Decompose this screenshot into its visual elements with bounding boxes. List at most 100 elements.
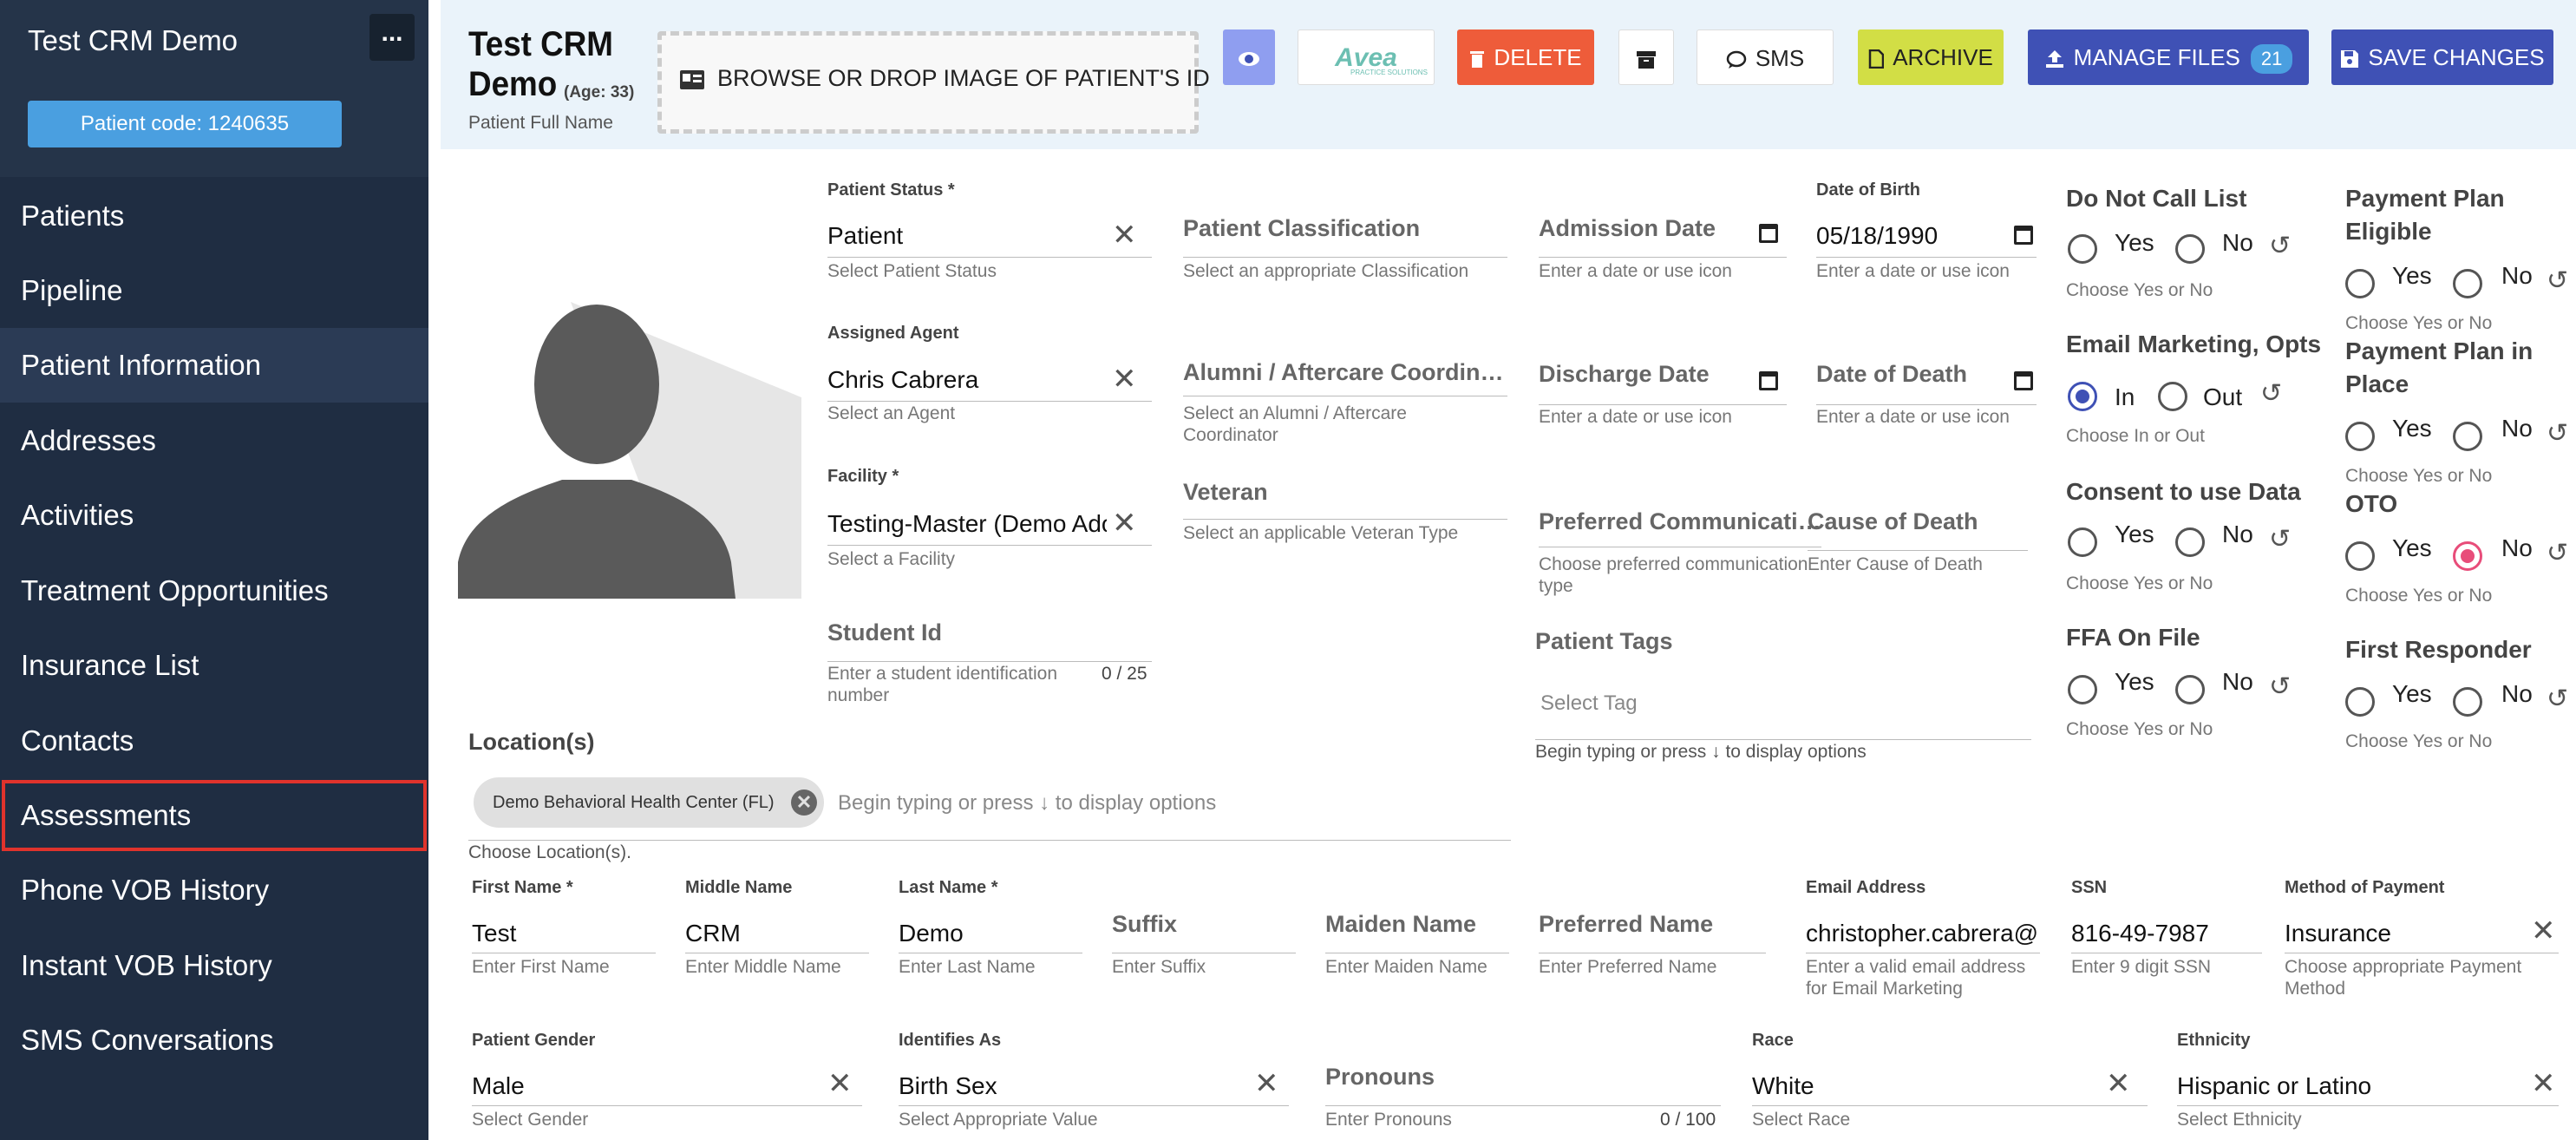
race-help: Select Race [1752,1110,1851,1130]
pronouns-input[interactable] [1325,1105,1721,1106]
save-changes-button[interactable]: SAVE CHANGES [2331,29,2553,85]
sidebar: Test CRM Demo ... Patient code: 1240635 … [0,0,428,1140]
email-in-radio[interactable] [2068,382,2097,411]
ppe-reset-icon[interactable]: ↺ [2547,265,2568,296]
payment-method-select[interactable]: Insurance [2285,920,2510,947]
clear-ethnicity-icon[interactable]: ✕ [2531,1069,2556,1098]
oto-yes-radio[interactable] [2345,541,2375,571]
admission-date-input[interactable] [1539,257,1787,258]
oto-no-radio[interactable] [2453,541,2482,571]
sidebar-item-phone-vob-history[interactable]: Phone VOB History [0,853,428,927]
calendar-icon[interactable] [1759,371,1778,390]
cause-of-death-help: Enter Cause of Death [1808,554,1983,574]
calendar-icon[interactable] [2014,371,2033,390]
locations-input[interactable]: Begin typing or press ↓ to display optio… [838,792,1216,814]
avea-logo-button[interactable]: Avea PRACTICE SOLUTIONS [1298,29,1435,85]
clear-race-icon[interactable]: ✕ [2106,1069,2131,1098]
dnc-no-label: No [2222,229,2253,256]
oto-reset-icon[interactable]: ↺ [2547,538,2568,568]
gender-select[interactable]: Male [472,1072,801,1100]
classification-select[interactable] [1183,257,1507,258]
email-input[interactable]: christopher.cabrera@k [1806,920,2040,947]
consent-yes-radio[interactable] [2068,527,2097,557]
veteran-select[interactable] [1183,519,1507,520]
sidebar-item-sms-conversations[interactable]: SMS Conversations [0,1003,428,1078]
clear-identifies-icon[interactable]: ✕ [1254,1069,1279,1098]
dod-label: Date of Death [1816,361,1968,387]
email-reset-icon[interactable]: ↺ [2260,378,2282,409]
clear-payment-icon[interactable]: ✕ [2531,916,2556,946]
ppe-yes-radio[interactable] [2345,269,2375,298]
consent-no-radio[interactable] [2175,527,2205,557]
ppp-yes-radio[interactable] [2345,422,2375,451]
view-button[interactable] [1223,29,1275,85]
cause-of-death-input[interactable] [1808,550,2028,551]
fr-help: Choose Yes or No [2345,731,2493,751]
remove-chip-icon[interactable]: ✕ [791,789,817,816]
calendar-icon[interactable] [2014,226,2033,245]
sidebar-item-contacts[interactable]: Contacts [0,704,428,778]
ppp-no-radio[interactable] [2453,422,2482,451]
dnc-reset-icon[interactable]: ↺ [2269,231,2291,261]
fr-reset-icon[interactable]: ↺ [2547,684,2568,714]
patient-tags-underline [1535,739,2031,740]
dob-input[interactable]: 05/18/1990 [1816,222,1938,250]
race-underline [1752,1105,2148,1106]
sidebar-item-treatment-opportunities[interactable]: Treatment Opportunities [0,554,428,628]
middle-name-input[interactable]: CRM [685,920,867,947]
sidebar-item-addresses[interactable]: Addresses [0,403,428,478]
dnc-no-radio[interactable] [2175,234,2205,264]
first-name-help: Enter First Name [472,957,610,977]
last-name-input[interactable]: Demo [899,920,1081,947]
files-count-badge: 21 [2250,44,2293,75]
patient-status-select[interactable]: Patient [827,222,1105,250]
veteran-help: Select an applicable Veteran Type [1183,523,1459,543]
last-name-label: Last Name * [899,878,998,897]
ethnicity-help: Select Ethnicity [2177,1110,2302,1130]
identifies-as-select[interactable]: Birth Sex [899,1072,1228,1100]
patient-code-button[interactable]: Patient code: 1240635 [28,101,342,147]
first-name-input[interactable]: Test [472,920,654,947]
ffa-no-radio[interactable] [2175,675,2205,704]
sidebar-item-instant-vob-history[interactable]: Instant VOB History [0,928,428,1003]
fr-yes-radio[interactable] [2345,687,2375,717]
sidebar-item-patient-information[interactable]: Patient Information [0,328,428,403]
assigned-agent-select[interactable]: Chris Cabrera [827,366,1105,394]
patient-tags-input[interactable]: Select Tag [1540,692,1638,714]
consent-yes-label: Yes [2115,521,2154,547]
consent-reset-icon[interactable]: ↺ [2269,524,2291,554]
ffa-reset-icon[interactable]: ↺ [2269,672,2291,702]
clear-agent-icon[interactable]: ✕ [1112,364,1137,394]
discharge-date-input[interactable] [1539,404,1787,405]
sidebar-item-insurance-list[interactable]: Insurance List [0,628,428,703]
ppp-reset-icon[interactable]: ↺ [2547,418,2568,449]
sidebar-item-pipeline[interactable]: Pipeline [0,253,428,328]
manage-files-button[interactable]: MANAGE FILES 21 [2028,29,2309,85]
facility-select[interactable]: Testing-Master (Demo Ado [827,510,1107,538]
sidebar-item-assessments[interactable]: Assessments [0,778,428,853]
student-id-input[interactable] [827,661,1152,662]
dnc-yes-radio[interactable] [2068,234,2097,264]
sidebar-item-activities[interactable]: Activities [0,478,428,553]
ethnicity-select[interactable]: Hispanic or Latino [2177,1072,2507,1100]
ppe-no-radio[interactable] [2453,269,2482,298]
browse-id-dropzone[interactable]: BROWSE OR DROP IMAGE OF PATIENT'S ID [657,31,1210,134]
clear-gender-icon[interactable]: ✕ [827,1069,853,1098]
delete-button[interactable]: DELETE [1457,29,1594,85]
admission-date-help: Enter a date or use icon [1539,261,1732,281]
clear-status-icon[interactable]: ✕ [1112,220,1137,250]
sms-button[interactable]: SMS [1697,29,1834,85]
email-out-radio[interactable] [2158,382,2187,411]
sidebar-item-patients[interactable]: Patients [0,179,428,253]
clear-facility-icon[interactable]: ✕ [1112,508,1137,538]
fr-no-radio[interactable] [2453,687,2482,717]
ssn-input[interactable]: 816-49-7987 [2071,920,2262,947]
archive-box-button[interactable] [1618,29,1674,85]
patient-avatar[interactable] [458,302,801,599]
more-options-button[interactable]: ... [369,14,415,61]
calendar-icon[interactable] [1759,224,1778,243]
ffa-yes-radio[interactable] [2068,675,2097,704]
archive-button[interactable]: ARCHIVE [1858,29,2004,85]
dod-input[interactable] [1816,404,2037,405]
race-select[interactable]: White [1752,1072,2082,1100]
